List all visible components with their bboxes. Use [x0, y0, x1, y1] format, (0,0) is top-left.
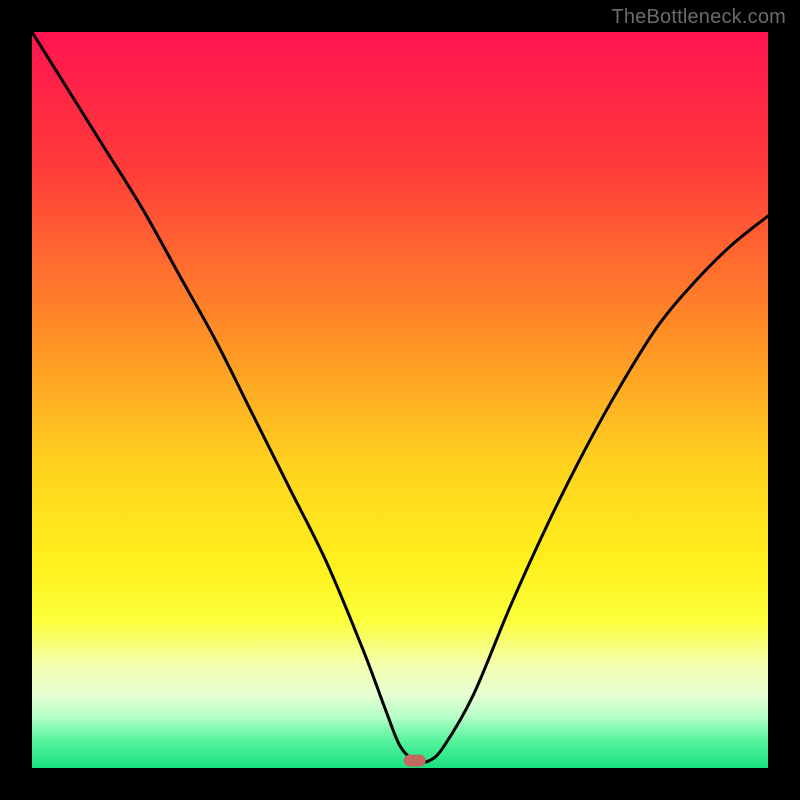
optimal-point-marker: [404, 755, 426, 767]
chart-background-gradient: [32, 32, 768, 768]
chart-plot-area: [32, 32, 768, 768]
outer-frame: TheBottleneck.com: [0, 0, 800, 800]
chart-svg: [32, 32, 768, 768]
watermark-text: TheBottleneck.com: [611, 6, 786, 29]
